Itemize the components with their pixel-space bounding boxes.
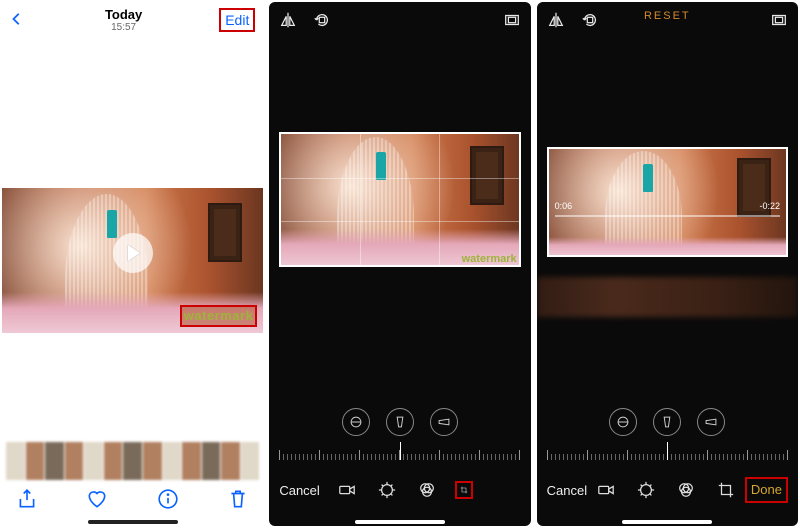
skew-horizontal-icon[interactable]: [697, 408, 725, 436]
video-mode-icon[interactable]: [597, 481, 615, 499]
panel-crop-editor: watermark Cancel: [269, 2, 530, 526]
rotation-mode-buttons: [269, 408, 530, 436]
done-highlight: Done: [745, 477, 788, 503]
home-indicator[interactable]: [88, 520, 178, 524]
share-icon[interactable]: [16, 488, 38, 510]
aspect-ratio-icon[interactable]: [770, 11, 788, 29]
crop-canvas[interactable]: watermark: [279, 132, 520, 267]
editor-top-bar: [269, 2, 530, 38]
straighten-icon[interactable]: [342, 408, 370, 436]
time-start: 0:06: [555, 201, 573, 211]
title-group: Today 15:57: [28, 7, 219, 33]
editor-top-bar: [537, 2, 798, 38]
bottom-toolbar: [2, 482, 263, 516]
filters-mode-icon[interactable]: [418, 481, 436, 499]
heart-icon[interactable]: [86, 488, 108, 510]
trash-icon[interactable]: [227, 488, 249, 510]
video-preview[interactable]: watermark: [2, 188, 263, 333]
title: Today: [28, 7, 219, 22]
nav-bar: Today 15:57 Edit: [2, 2, 263, 38]
time-end: -0:22: [759, 201, 780, 211]
rotate-icon[interactable]: [313, 11, 331, 29]
video-timeline[interactable]: 0:06 -0:22: [555, 215, 780, 217]
panel-photos-preview: Today 15:57 Edit watermark: [2, 2, 263, 526]
skew-vertical-icon[interactable]: [386, 408, 414, 436]
crop-handle-tr[interactable]: [509, 132, 521, 144]
adjust-mode-icon[interactable]: [637, 481, 655, 499]
crop-canvas[interactable]: 0:06 -0:22: [547, 147, 788, 257]
crop-handle-bl[interactable]: [547, 245, 559, 257]
thumbnail-strip[interactable]: [2, 442, 263, 480]
cancel-button[interactable]: Cancel: [279, 483, 319, 498]
crop-handle-tl[interactable]: [279, 132, 291, 144]
aspect-ratio-icon[interactable]: [503, 11, 521, 29]
skew-vertical-icon[interactable]: [653, 408, 681, 436]
edit-button[interactable]: Edit: [225, 12, 249, 28]
panel-crop-done: RESET 0:06 -0:22: [537, 2, 798, 526]
editor-bottom-bar: Cancel Done: [537, 470, 798, 510]
edit-highlight: Edit: [219, 8, 255, 32]
watermark-highlight: watermark: [180, 305, 258, 327]
straighten-icon[interactable]: [609, 408, 637, 436]
crop-handle-tl[interactable]: [547, 147, 559, 159]
angle-ruler-marker: [667, 442, 668, 460]
crop-mode-icon[interactable]: [455, 481, 473, 499]
crop-mode-icon[interactable]: [717, 481, 735, 499]
blurred-outside-crop: [537, 277, 798, 317]
editor-bottom-bar: Cancel: [269, 470, 530, 510]
flip-horizontal-icon[interactable]: [279, 11, 297, 29]
watermark-text: watermark: [184, 308, 254, 323]
cancel-button[interactable]: Cancel: [547, 483, 587, 498]
home-indicator[interactable]: [622, 520, 712, 524]
crop-handle-bl[interactable]: [279, 255, 291, 267]
home-indicator[interactable]: [355, 520, 445, 524]
adjust-mode-icon[interactable]: [378, 481, 396, 499]
rotate-icon[interactable]: [581, 11, 599, 29]
back-button[interactable]: [10, 9, 28, 32]
crop-handle-tr[interactable]: [776, 147, 788, 159]
angle-ruler-marker: [400, 442, 401, 460]
crop-handle-br[interactable]: [776, 245, 788, 257]
crop-frame[interactable]: [547, 147, 788, 257]
subtitle: 15:57: [28, 22, 219, 33]
done-button[interactable]: Done: [751, 482, 782, 497]
skew-horizontal-icon[interactable]: [430, 408, 458, 436]
rotation-mode-buttons: [537, 408, 798, 436]
info-icon[interactable]: [157, 488, 179, 510]
filters-mode-icon[interactable]: [677, 481, 695, 499]
play-icon[interactable]: [113, 233, 153, 273]
flip-horizontal-icon[interactable]: [547, 11, 565, 29]
crop-frame[interactable]: [279, 132, 520, 267]
video-mode-icon[interactable]: [338, 481, 356, 499]
watermark-text: watermark: [462, 253, 517, 265]
